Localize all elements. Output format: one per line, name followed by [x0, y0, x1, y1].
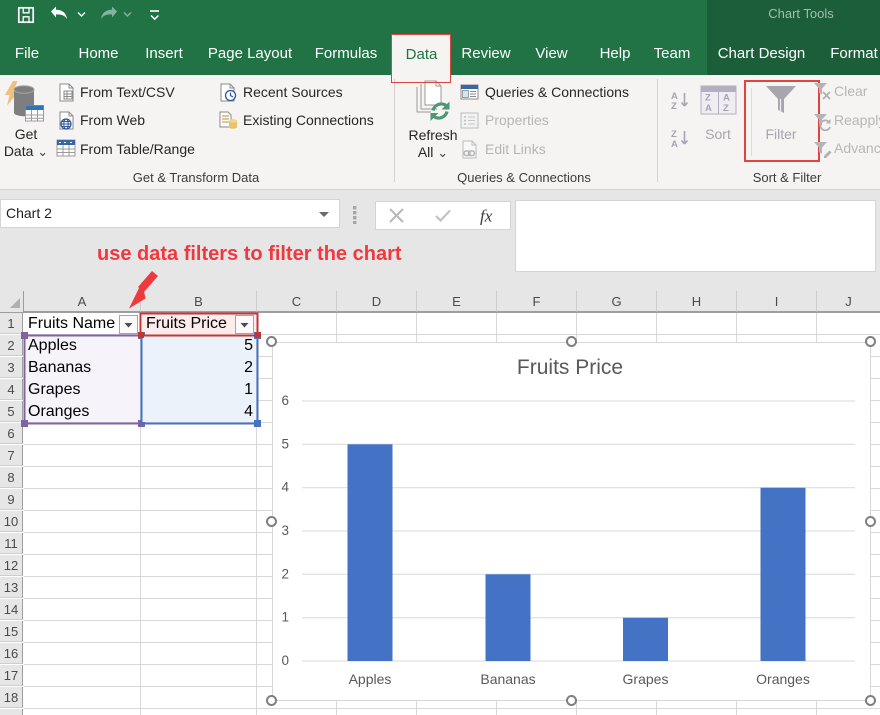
svg-text:fx: fx — [480, 207, 493, 225]
svg-text:1: 1 — [281, 610, 289, 625]
svg-text:5: 5 — [281, 436, 289, 451]
svg-text:Z: Z — [723, 103, 729, 114]
svg-text:Oranges: Oranges — [756, 671, 810, 687]
svg-text:3: 3 — [281, 523, 289, 538]
svg-text:2: 2 — [281, 566, 289, 581]
svg-text:6: 6 — [281, 393, 289, 408]
svg-text:A: A — [723, 93, 730, 104]
svg-text:A: A — [705, 103, 712, 114]
svg-text:Z: Z — [705, 93, 711, 104]
svg-text:Grapes: Grapes — [623, 671, 669, 687]
svg-text:0: 0 — [281, 653, 289, 668]
svg-text:Bananas: Bananas — [480, 671, 535, 687]
svg-text:Apples: Apples — [349, 671, 392, 687]
svg-text:Fruits Price: Fruits Price — [517, 356, 623, 379]
svg-text:Z: Z — [671, 101, 677, 111]
svg-text:A: A — [671, 139, 678, 149]
svg-text:4: 4 — [281, 480, 289, 495]
